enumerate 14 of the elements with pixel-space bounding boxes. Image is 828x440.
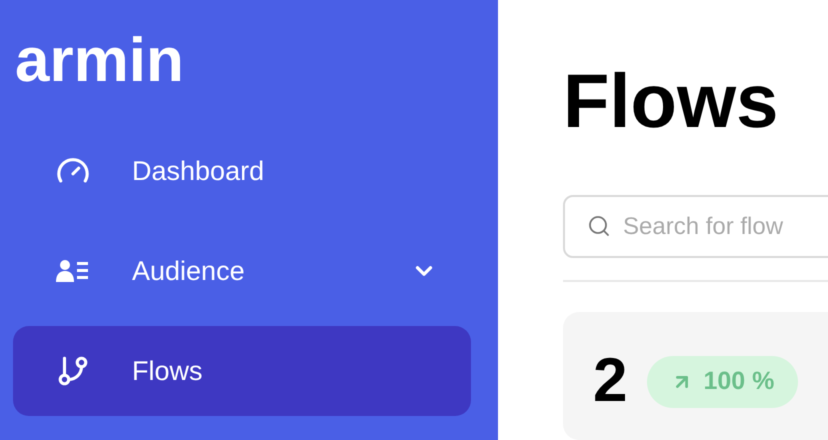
nav-label: Dashboard <box>132 154 266 188</box>
logo: armin <box>15 30 185 97</box>
nav-item[interactable]: Audience <box>13 226 471 316</box>
nav-item[interactable]: Dashboard <box>13 126 471 216</box>
branch-icon <box>56 354 90 388</box>
nav-label: Flows <box>132 354 204 388</box>
search-icon <box>587 214 611 238</box>
nav-item[interactable]: Flows <box>13 326 471 416</box>
change-text: 100 % <box>703 366 774 398</box>
search-field[interactable]: Search for flow <box>563 195 828 258</box>
page-title: Flows <box>563 64 780 140</box>
contacts-icon <box>56 259 90 283</box>
nav-label: Audience <box>132 254 246 288</box>
stat-value: 2 <box>593 350 628 412</box>
